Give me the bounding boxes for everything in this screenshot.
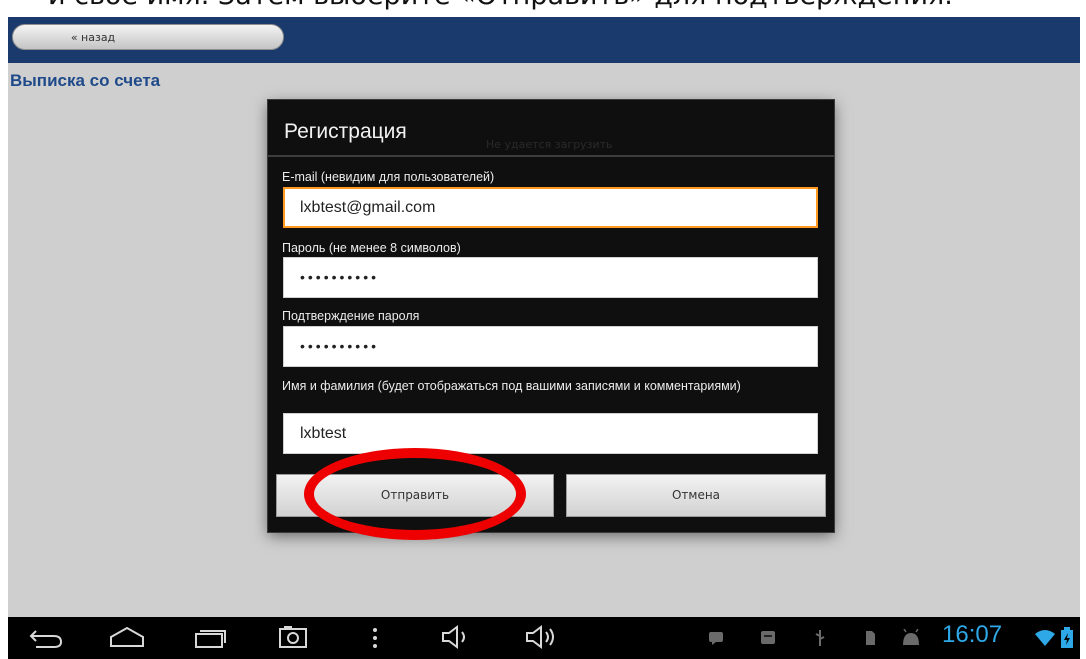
background-message: Не удается загрузить bbox=[486, 138, 613, 151]
top-bar: « назад bbox=[8, 17, 1080, 63]
instruction-caption: и своё имя. Затем выберите «Отправить» д… bbox=[48, 0, 1078, 10]
volume-down-icon[interactable] bbox=[440, 624, 470, 650]
screenshot-icon[interactable] bbox=[278, 625, 308, 649]
wifi-icon bbox=[1035, 630, 1055, 646]
page-title: Выписка со счета bbox=[10, 71, 161, 90]
registration-dialog: Регистрация Не удается загрузить E-mail … bbox=[268, 100, 834, 532]
battery-icon bbox=[1061, 627, 1073, 648]
clock: 16:07 bbox=[942, 621, 1003, 648]
email-label: E-mail (невидим для пользователей) bbox=[282, 170, 495, 184]
recent-apps-icon[interactable] bbox=[194, 625, 228, 649]
device-screen: « назад Выписка со счета Регистрация Не … bbox=[8, 17, 1080, 659]
system-navigation-bar: 16:07 bbox=[8, 617, 1080, 659]
name-field[interactable]: lxbtest bbox=[283, 413, 818, 454]
submit-button[interactable]: Отправить bbox=[276, 474, 554, 517]
back-icon[interactable] bbox=[28, 627, 64, 649]
password-label: Пароль (не менее 8 символов) bbox=[282, 241, 461, 255]
password-confirm-field[interactable]: •••••••••• bbox=[283, 326, 818, 367]
email-field[interactable]: lxbtest@gmail.com bbox=[283, 187, 818, 228]
password-field[interactable]: •••••••••• bbox=[283, 257, 818, 298]
usb-icon bbox=[815, 630, 825, 646]
dialog-divider bbox=[268, 155, 834, 157]
password-confirm-label: Подтверждение пароля bbox=[282, 309, 420, 323]
name-label: Имя и фамилия (будет отображаться под ва… bbox=[282, 379, 741, 393]
chat-notification-icon bbox=[709, 632, 723, 645]
home-icon[interactable] bbox=[108, 625, 146, 649]
android-debug-icon bbox=[903, 629, 919, 645]
cancel-button[interactable]: Отмена bbox=[566, 474, 826, 517]
dialog-title: Регистрация bbox=[284, 120, 407, 143]
back-button[interactable]: « назад bbox=[12, 24, 284, 50]
sd-card-icon bbox=[866, 631, 875, 645]
volume-up-icon[interactable] bbox=[524, 624, 558, 650]
menu-icon[interactable] bbox=[370, 626, 380, 650]
notification-icon bbox=[761, 631, 775, 644]
